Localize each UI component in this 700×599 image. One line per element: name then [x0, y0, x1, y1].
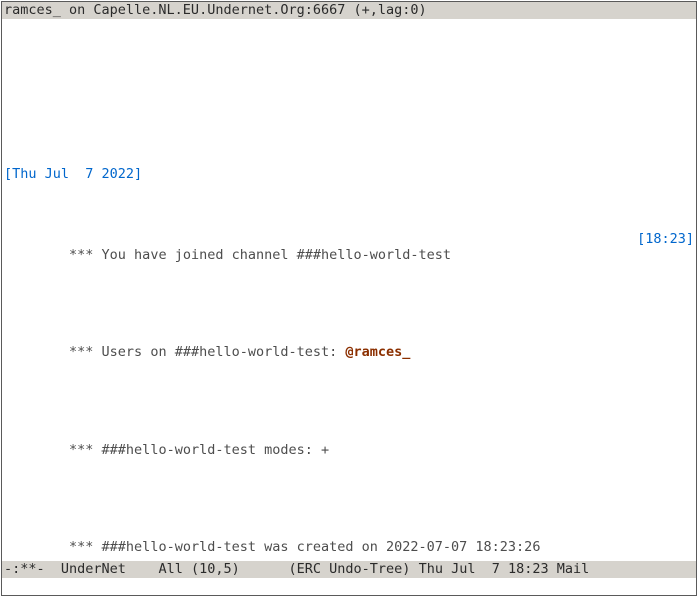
server-prefix: ***: [69, 344, 102, 360]
op-nick: @ramces_: [345, 344, 410, 360]
minibuffer[interactable]: [2, 578, 696, 595]
modeline-position: All (10,5): [158, 561, 239, 577]
server-prefix: ***: [69, 247, 102, 263]
erc-buffer[interactable]: [Thu Jul 7 2022] *** You have joined cha…: [2, 19, 696, 561]
blank-line: [4, 102, 694, 118]
server-prefix: ***: [69, 442, 102, 458]
server-prefix: ***: [69, 539, 102, 555]
timestamp: [18:23]: [637, 231, 694, 280]
msg-users: *** Users on ###hello-world-test: @ramce…: [4, 328, 694, 377]
msg-modes: *** ###hello-world-test modes: +: [4, 425, 694, 474]
modeline-clock: Thu Jul 7 18:23: [419, 561, 549, 577]
msg-joined: *** You have joined channel ###hello-wor…: [4, 231, 694, 280]
server-text: Users on ###hello-world-test:: [102, 344, 346, 360]
modeline-mail: Mail: [557, 561, 590, 577]
header-line: ramces_ on Capelle.NL.EU.Undernet.Org:66…: [2, 2, 696, 19]
server-text: You have joined channel ###hello-world-t…: [102, 247, 452, 263]
blank-line: [4, 53, 694, 69]
emacs-frame: ramces_ on Capelle.NL.EU.Undernet.Org:66…: [1, 1, 697, 596]
server-text: ###hello-world-test was created on 2022-…: [102, 539, 541, 555]
modeline-modified: -:**-: [4, 561, 45, 577]
server-text: ###hello-world-test modes: +: [102, 442, 330, 458]
mode-line[interactable]: -:**- UnderNet All (10,5) (ERC Undo-Tree…: [2, 561, 696, 578]
msg-created: *** ###hello-world-test was created on 2…: [4, 522, 694, 561]
modeline-modes: (ERC Undo-Tree): [289, 561, 411, 577]
modeline-buffer-name: UnderNet: [61, 561, 126, 577]
date-stamp: [Thu Jul 7 2022]: [4, 166, 694, 182]
